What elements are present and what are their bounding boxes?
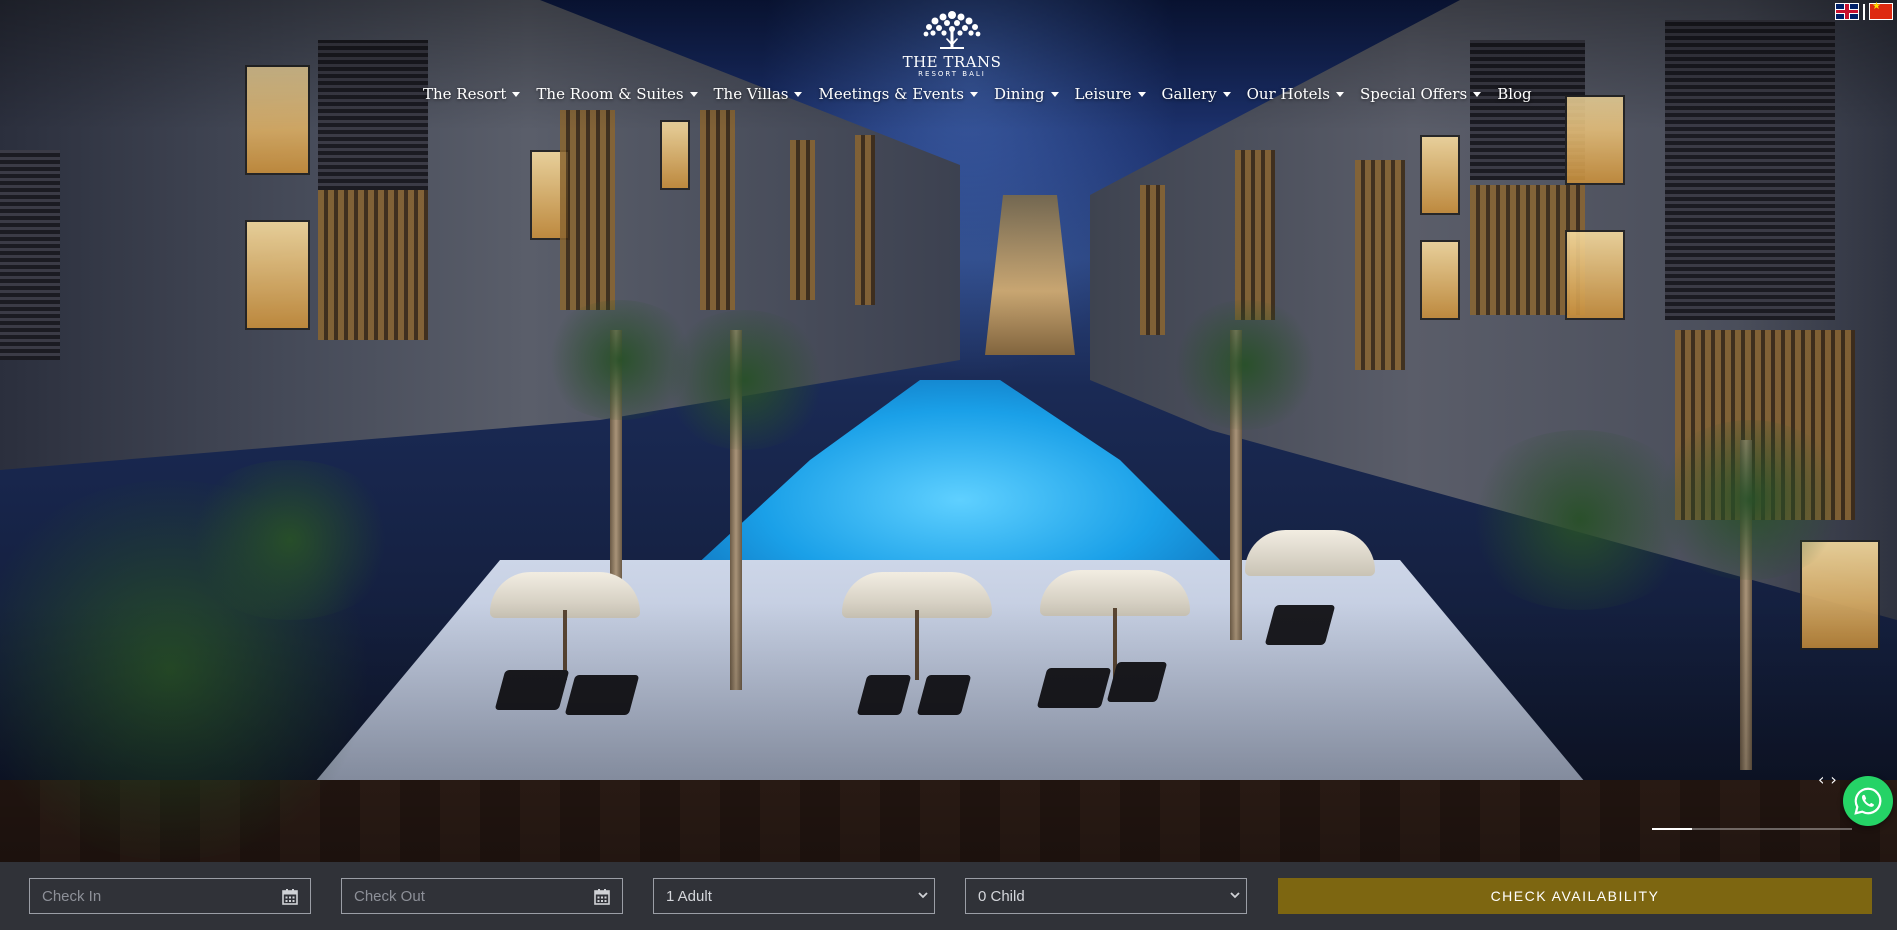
uk-flag-icon[interactable] <box>1835 3 1859 20</box>
nav-item-the-resort[interactable]: The Resort <box>415 85 528 103</box>
slider-next-button[interactable]: › <box>1830 770 1836 789</box>
brand-subtitle: RESORT BALI <box>918 70 986 78</box>
carved-panel <box>855 135 875 305</box>
tree-of-life-icon <box>923 11 981 49</box>
main-navigation: The Resort The Room & Suites The Villas … <box>415 85 1540 103</box>
adults-select[interactable]: 1 Adult <box>653 878 935 914</box>
nav-item-meetings-events[interactable]: Meetings & Events <box>810 85 985 103</box>
slider-prev-button[interactable]: ‹ <box>1818 770 1824 789</box>
nav-item-label: Dining <box>993 85 1045 103</box>
nav-item-label: Blog <box>1497 85 1532 103</box>
nav-item-blog[interactable]: Blog <box>1489 85 1539 103</box>
carved-panel <box>560 110 615 310</box>
lit-window <box>660 120 690 190</box>
whatsapp-icon <box>1854 787 1882 815</box>
caret-down-icon <box>1050 91 1059 97</box>
slider-progress-fill <box>1652 828 1692 830</box>
check-in-placeholder: Check In <box>42 887 102 905</box>
caret-down-icon <box>794 91 803 97</box>
check-availability-button[interactable]: CHECK AVAILABILITY <box>1278 878 1872 914</box>
nav-item-label: The Resort <box>423 85 507 103</box>
foreground-foliage <box>180 460 400 620</box>
umbrella <box>1245 530 1375 576</box>
caret-down-icon <box>1473 91 1482 97</box>
booking-bar: Check In Check Out 1 Adult 0 Child CHECK… <box>0 862 1897 930</box>
caret-down-icon <box>1222 91 1231 97</box>
palm-crown <box>1170 300 1320 430</box>
brand-logo[interactable]: THE TRANS RESORT BALI <box>900 6 1004 79</box>
palm-crown <box>1460 430 1700 610</box>
carved-panel <box>700 110 735 310</box>
nav-item-villas[interactable]: The Villas <box>706 85 811 103</box>
hero-slide-image <box>0 0 1897 862</box>
children-select-value: 0 Child <box>978 887 1025 905</box>
lit-window <box>1565 230 1625 320</box>
nav-item-label: Our Hotels <box>1246 85 1331 103</box>
chevron-down-icon <box>1230 892 1240 899</box>
lit-window <box>245 220 310 330</box>
nav-item-special-offers[interactable]: Special Offers <box>1352 85 1489 103</box>
china-flag-icon[interactable] <box>1869 1 1893 20</box>
caret-down-icon <box>1137 91 1146 97</box>
calendar-icon <box>594 889 610 905</box>
caret-down-icon <box>689 91 698 97</box>
nav-item-label: The Room & Suites <box>536 85 684 103</box>
nav-item-our-hotels[interactable]: Our Hotels <box>1239 85 1352 103</box>
nav-item-label: Leisure <box>1074 85 1132 103</box>
carved-panel <box>790 140 815 300</box>
nav-item-leisure[interactable]: Leisure <box>1067 85 1154 103</box>
children-select[interactable]: 0 Child <box>965 878 1247 914</box>
lit-window <box>1420 135 1460 215</box>
nav-item-label: Meetings & Events <box>818 85 964 103</box>
window-shutter <box>0 150 60 360</box>
slider-arrows: ‹ › <box>1818 770 1837 789</box>
palm-crown <box>660 310 830 450</box>
nav-item-gallery[interactable]: Gallery <box>1154 85 1239 103</box>
carved-panel <box>1235 150 1275 320</box>
language-divider <box>1863 3 1865 20</box>
carved-panel <box>1140 185 1165 335</box>
caret-down-icon <box>969 91 978 97</box>
check-in-field[interactable]: Check In <box>29 878 311 914</box>
caret-down-icon <box>512 91 521 97</box>
whatsapp-button[interactable] <box>1843 776 1893 826</box>
check-out-field[interactable]: Check Out <box>341 878 623 914</box>
carved-panel <box>318 190 428 340</box>
nav-item-label: Special Offers <box>1360 85 1468 103</box>
nav-item-label: Gallery <box>1161 85 1217 103</box>
slider-progress <box>1652 828 1852 830</box>
nav-item-label: The Villas <box>713 85 789 103</box>
calendar-icon <box>282 889 298 905</box>
check-out-placeholder: Check Out <box>354 887 425 905</box>
bottom-gradient <box>0 602 1897 862</box>
nav-item-rooms-suites[interactable]: The Room & Suites <box>528 85 705 103</box>
adults-select-value: 1 Adult <box>666 887 712 905</box>
nav-item-dining[interactable]: Dining <box>986 85 1067 103</box>
language-switcher <box>1835 1 1893 20</box>
carved-panel <box>1355 160 1405 370</box>
caret-down-icon <box>1336 91 1345 97</box>
chevron-down-icon <box>918 892 928 899</box>
lit-window <box>1420 240 1460 320</box>
brand-name: THE TRANS <box>902 53 1002 71</box>
